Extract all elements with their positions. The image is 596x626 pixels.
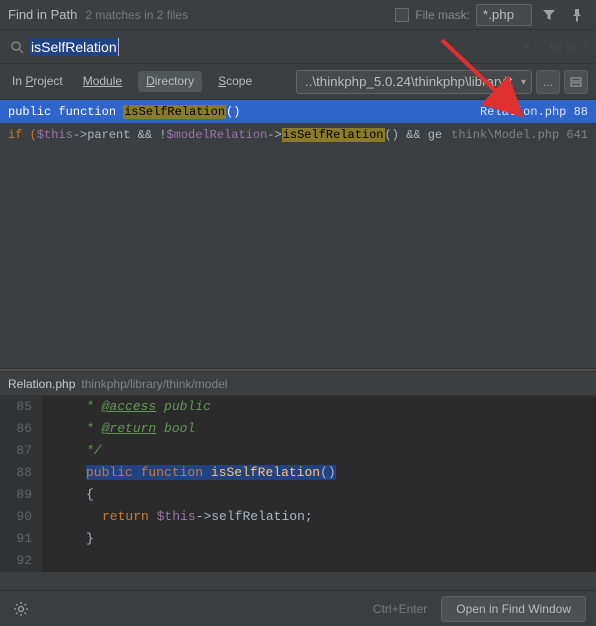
regex-toggle[interactable]: .* (581, 41, 588, 53)
dialog-header: Find in Path 2 matches in 2 files File m… (0, 0, 596, 30)
match-highlight: isSelfRelation (282, 128, 385, 142)
filter-icon[interactable] (538, 4, 560, 26)
code-content: * @access public * @return bool */ publi… (42, 396, 596, 572)
results-list: public function isSelfRelation() Relatio… (0, 100, 596, 368)
tab-module[interactable]: Module (79, 71, 126, 92)
recursive-toggle[interactable] (564, 70, 588, 94)
shortcut-hint: Ctrl+Enter (373, 602, 427, 616)
file-mask-input[interactable] (476, 4, 532, 26)
search-bar: isSelfRelation × Aa W .* (0, 30, 596, 64)
tab-in-project[interactable]: In Project (8, 71, 67, 92)
whole-word-toggle[interactable]: W (566, 41, 576, 53)
clear-search-icon[interactable]: × (523, 39, 531, 55)
result-row[interactable]: public function isSelfRelation() Relatio… (0, 100, 596, 123)
line-numbers: 85 86 87 88 89 90 91 92 (0, 396, 42, 572)
browse-directory-button[interactable]: ... (536, 70, 560, 94)
preview-filename: Relation.php (8, 377, 75, 391)
dialog-title: Find in Path (8, 7, 77, 22)
settings-icon[interactable] (10, 598, 32, 620)
preview-filepath: thinkphp/library/think/model (81, 377, 227, 391)
search-query-text: isSelfRelation (30, 38, 119, 56)
result-row[interactable]: if ($this->parent && !$modelRelation->is… (0, 123, 596, 146)
pin-icon[interactable] (566, 4, 588, 26)
code-preview[interactable]: 85 86 87 88 89 90 91 92 * @access public… (0, 396, 596, 572)
directory-path-input[interactable] (296, 70, 532, 94)
preview-header: Relation.php thinkphp/library/think/mode… (0, 372, 596, 396)
chevron-down-icon[interactable]: ▾ (521, 77, 526, 88)
dialog-footer: Ctrl+Enter Open in Find Window (0, 590, 596, 626)
file-mask-checkbox[interactable] (395, 8, 409, 22)
open-find-window-button[interactable]: Open in Find Window (441, 596, 586, 622)
search-input[interactable]: isSelfRelation (26, 38, 523, 56)
search-icon (8, 36, 26, 58)
file-mask-label: File mask: (415, 8, 470, 22)
scope-tabs: In Project Module Directory Scope ▾ ... (0, 64, 596, 100)
match-count: 2 matches in 2 files (85, 8, 188, 22)
match-case-toggle[interactable]: Aa (549, 41, 562, 53)
tab-directory[interactable]: Directory (138, 71, 202, 92)
tab-scope[interactable]: Scope (214, 71, 256, 92)
match-highlight: isSelfRelation (123, 105, 226, 119)
